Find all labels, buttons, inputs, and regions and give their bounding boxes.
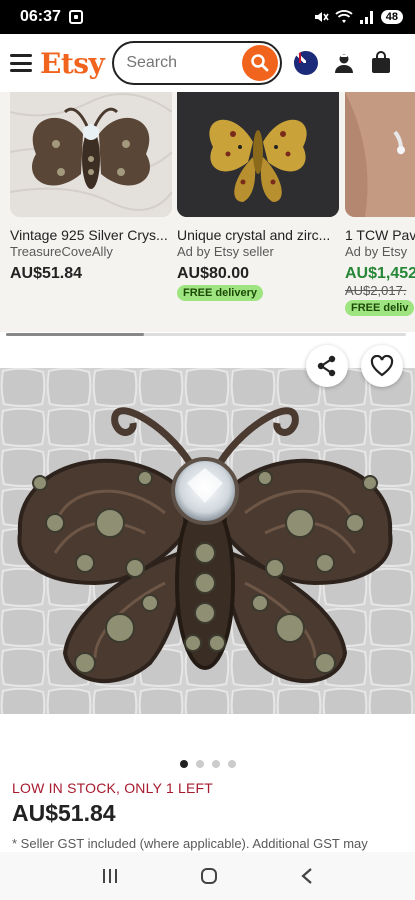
- heart-icon: [370, 355, 394, 377]
- product-thumbnail[interactable]: [10, 92, 172, 217]
- search-bar[interactable]: [112, 41, 283, 85]
- pagination-dot[interactable]: [195, 760, 204, 768]
- search-input[interactable]: [126, 54, 237, 72]
- image-pagination-dots[interactable]: [0, 760, 415, 768]
- seller-name: Ad by Etsy seller: [177, 244, 274, 259]
- share-button[interactable]: [306, 345, 348, 387]
- seller-name: Ad by Etsy: [345, 244, 408, 259]
- favorite-button[interactable]: [361, 345, 403, 387]
- product-thumbnail[interactable]: [345, 92, 415, 217]
- product-thumbnail[interactable]: [177, 92, 339, 217]
- gst-note: * Seller GST included (where applicable)…: [12, 836, 368, 851]
- battery-indicator: 48: [380, 10, 403, 24]
- wifi-icon: [335, 10, 353, 23]
- pagination-dot[interactable]: [211, 760, 220, 768]
- back-icon[interactable]: [300, 867, 314, 885]
- product-price: AU$80.00: [177, 265, 250, 282]
- free-delivery-badge: FREE deliv: [345, 300, 415, 316]
- share-icon: [317, 355, 336, 377]
- status-time: 06:37: [20, 8, 61, 25]
- search-icon: [251, 54, 269, 72]
- product-card[interactable]: 1 TCW Pav Ad by Etsy AU$1,452 AU$2,017. …: [345, 92, 415, 316]
- home-icon[interactable]: [200, 867, 218, 885]
- search-button[interactable]: [242, 45, 279, 81]
- mute-icon: [314, 12, 329, 22]
- product-card[interactable]: Vintage 925 Silver Crys... TreasureCoveA…: [10, 92, 172, 283]
- free-delivery-badge: FREE delivery: [177, 285, 263, 301]
- listing-main-image[interactable]: [0, 368, 415, 714]
- signal-icon: [359, 11, 373, 24]
- carousel-scroll-thumb[interactable]: [6, 333, 144, 336]
- menu-icon[interactable]: [10, 54, 32, 72]
- original-price: AU$2,017.: [345, 283, 407, 298]
- seller-name: TreasureCoveAlly: [10, 244, 113, 259]
- product-title[interactable]: 1 TCW Pav: [345, 227, 415, 243]
- stock-notice: LOW IN STOCK, ONLY 1 LEFT: [12, 780, 214, 796]
- product-title[interactable]: Vintage 925 Silver Crys...: [10, 227, 172, 243]
- product-card[interactable]: Unique crystal and zirc... Ad by Etsy se…: [177, 92, 339, 301]
- product-price: AU$1,452: [345, 265, 415, 282]
- product-price: AU$51.84: [10, 265, 83, 282]
- etsy-logo[interactable]: Etsy: [40, 47, 105, 80]
- screenshot-icon: [68, 10, 83, 24]
- australia-flag-icon[interactable]: [294, 51, 319, 75]
- pagination-dot[interactable]: [227, 760, 236, 768]
- shopping-bag-icon[interactable]: [370, 51, 392, 75]
- status-icons: 48: [313, 9, 403, 25]
- app-header: Etsy: [0, 34, 415, 92]
- pagination-dot[interactable]: [179, 760, 188, 768]
- account-icon[interactable]: [332, 51, 356, 75]
- listing-price: AU$51.84: [12, 800, 116, 826]
- recent-apps-icon[interactable]: [101, 868, 119, 884]
- status-bar: 06:37 48: [0, 0, 415, 34]
- system-nav-bar: [0, 852, 415, 900]
- product-title[interactable]: Unique crystal and zirc...: [177, 227, 339, 243]
- similar-items-carousel[interactable]: Vintage 925 Silver Crys... TreasureCoveA…: [0, 92, 415, 332]
